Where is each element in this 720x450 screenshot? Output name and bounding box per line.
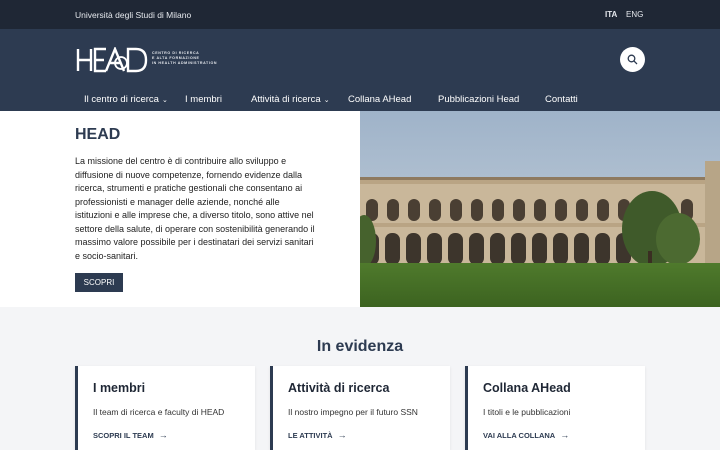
card-collana[interactable]: Collana AHead I titoli e le pubblicazion… [465, 366, 645, 450]
card-description: Il team di ricerca e faculty di HEAD [93, 407, 225, 417]
search-icon [627, 54, 638, 65]
highlights-title: In evidenza [316, 338, 404, 355]
card-description: I titoli e le pubblicazioni [483, 407, 571, 417]
discover-button[interactable]: SCOPRI [75, 273, 123, 292]
nav-item-centro[interactable]: Il centro di ricerca ⌄ [84, 94, 168, 105]
logo-caption: CENTRO DI RICERCA E ALTA FORMAZIONE IN H… [152, 51, 218, 65]
card-membri[interactable]: I membri Il team di ricerca e faculty di… [75, 366, 255, 450]
hero-title: HEAD [75, 126, 121, 143]
language-eng[interactable]: ENG [626, 10, 643, 19]
card-title: Collana AHead [483, 381, 571, 395]
language-ita[interactable]: ITA [605, 10, 617, 19]
nav-item-membri[interactable]: I membri [185, 94, 222, 105]
card-description: Il nostro impegno per il futuro SSN [288, 407, 418, 417]
arrow-right-icon: → [337, 430, 347, 440]
arrow-right-icon: → [560, 430, 570, 440]
nav-item-contatti[interactable]: Contatti [545, 94, 578, 105]
card-title: I membri [93, 381, 146, 395]
nav-item-collana[interactable]: Collana AHead [348, 94, 411, 105]
nav-item-pubblicazioni[interactable]: Pubblicazioni Head [438, 94, 519, 105]
card-link[interactable]: SCOPRI IL TEAM → [93, 430, 168, 440]
arrow-right-icon: → [158, 430, 168, 440]
top-bar: Università degli Studi di Milano ITA ENG [0, 0, 720, 29]
hero-image [360, 111, 720, 307]
card-link[interactable]: LE ATTIVITÀ → [288, 430, 347, 440]
nav-item-attivita[interactable]: Attività di ricerca ⌄ [251, 94, 330, 105]
search-button[interactable] [620, 47, 645, 72]
university-link[interactable]: Università degli Studi di Milano [75, 10, 191, 20]
card-link[interactable]: VAI ALLA COLLANA → [483, 430, 569, 440]
card-attivita[interactable]: Attività di ricerca Il nostro impegno pe… [270, 366, 450, 450]
chevron-down-icon: ⌄ [161, 97, 168, 104]
hero-description: La missione del centro è di contribuire … [75, 156, 315, 261]
card-title: Attività di ricerca [288, 381, 390, 395]
chevron-down-icon: ⌄ [323, 97, 330, 104]
